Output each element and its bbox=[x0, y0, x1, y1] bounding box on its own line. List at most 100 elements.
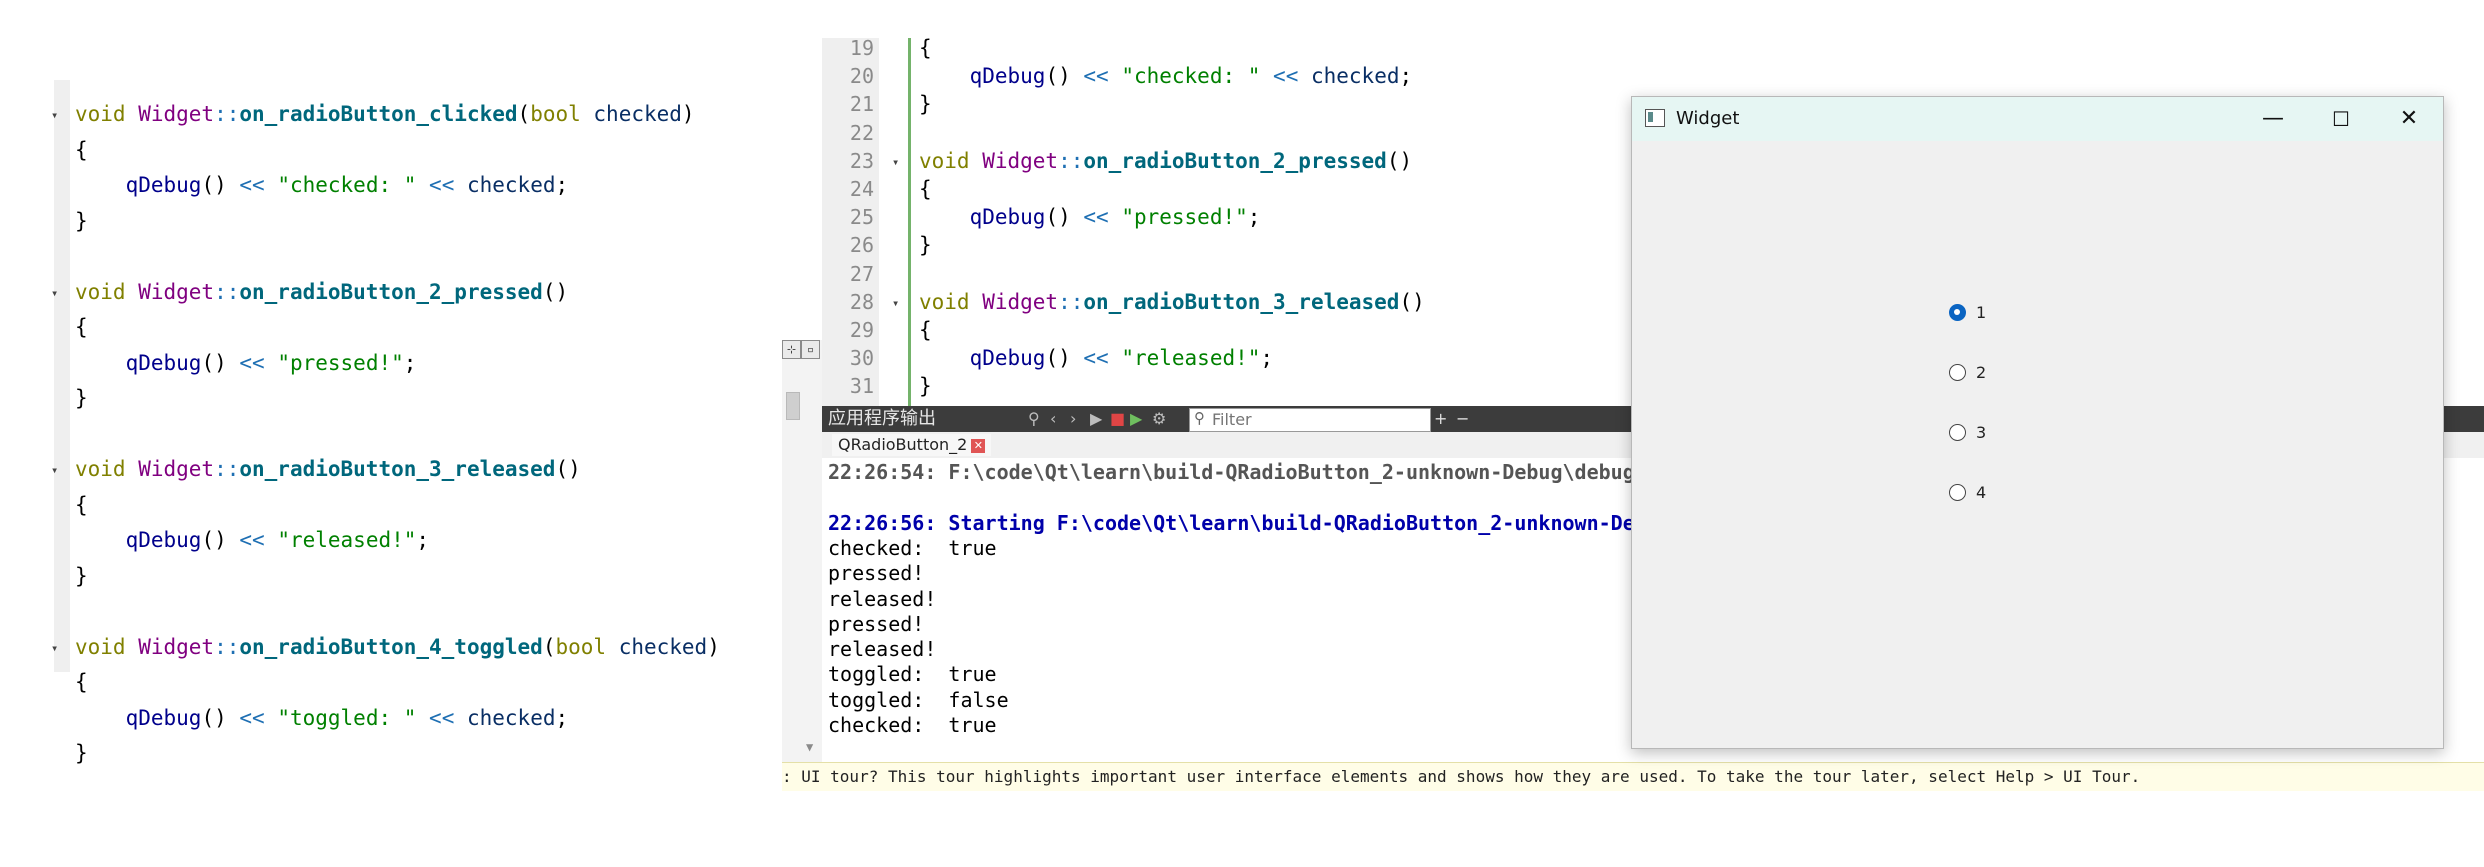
code-token: "pressed!" bbox=[1108, 205, 1248, 230]
code-token: << bbox=[1273, 64, 1299, 89]
code-line: qDebug() << "checked: " << checked; bbox=[75, 171, 569, 199]
radio-indicator[interactable] bbox=[1949, 364, 1966, 381]
radio-label[interactable]: 2 bbox=[1976, 362, 1986, 384]
code-token: () bbox=[1386, 148, 1413, 173]
code-token: { bbox=[75, 670, 88, 694]
code-token: bool bbox=[555, 634, 619, 659]
code-token: void bbox=[75, 102, 139, 126]
split-icon[interactable]: ⊹ bbox=[782, 340, 801, 359]
fold-arrow-icon[interactable]: ▾ bbox=[51, 641, 58, 655]
code-token: "released!" bbox=[264, 528, 417, 552]
line-number: 27 bbox=[849, 261, 874, 286]
code-token: void bbox=[919, 289, 983, 314]
ui-tour-tip-text: : UI tour? This tour highlights importan… bbox=[782, 767, 2141, 786]
window-titlebar[interactable]: Widget — ☐ ✕ bbox=[1632, 97, 2443, 141]
code-token: qDebug bbox=[969, 205, 1046, 230]
code-line: qDebug() << "released!"; bbox=[919, 344, 1273, 372]
code-token: ( bbox=[542, 634, 556, 659]
next-icon[interactable]: › bbox=[1070, 409, 1076, 429]
fold-arrow-icon[interactable]: ▾ bbox=[892, 155, 899, 169]
code-token: ; bbox=[416, 528, 430, 552]
code-line: { bbox=[75, 668, 88, 696]
close-button[interactable]: ✕ bbox=[2375, 97, 2443, 141]
radio-label[interactable]: 3 bbox=[1976, 422, 1986, 444]
code-token: { bbox=[919, 318, 932, 342]
debug-icon[interactable]: ▶ bbox=[1130, 409, 1142, 429]
output-line: toggled: true bbox=[828, 662, 997, 687]
stop-icon[interactable]: ■ bbox=[1110, 409, 1125, 429]
code-token: << bbox=[1083, 64, 1109, 89]
code-token: ) bbox=[707, 634, 720, 659]
maximize-button[interactable]: ☐ bbox=[2307, 97, 2375, 141]
output-line: checked: true bbox=[828, 535, 997, 560]
code-token: qDebug bbox=[125, 173, 202, 197]
fold-arrow-icon[interactable]: ▾ bbox=[51, 463, 58, 477]
line-number: 22 bbox=[849, 120, 874, 145]
code-token: () bbox=[542, 279, 569, 304]
zoom-in-icon[interactable]: + bbox=[1434, 409, 1447, 429]
left-code-gutter bbox=[54, 80, 70, 672]
code-line: void Widget::on_radioButton_3_released() bbox=[75, 455, 581, 483]
code-line: void Widget::on_radioButton_3_released() bbox=[919, 288, 1425, 316]
code-token: "pressed!" bbox=[264, 350, 404, 375]
fold-arrow-icon[interactable]: ▾ bbox=[51, 286, 58, 300]
code-token: ; bbox=[555, 173, 569, 197]
code-line: { bbox=[919, 38, 932, 62]
code-token: << bbox=[429, 173, 455, 197]
code-token: } bbox=[75, 208, 88, 233]
radio-indicator[interactable] bbox=[1949, 484, 1966, 501]
code-line: { bbox=[75, 136, 88, 164]
code-token: on_radioButton_2_pressed bbox=[239, 279, 543, 304]
code-token: Widget bbox=[138, 457, 215, 481]
output-tab-label: QRadioButton_2 bbox=[838, 435, 968, 454]
radio-indicator[interactable] bbox=[1949, 424, 1966, 441]
code-line: } bbox=[75, 207, 88, 235]
attach-icon[interactable]: ⚲ bbox=[1028, 409, 1040, 429]
output-tab[interactable]: QRadioButton_2 ✕ bbox=[832, 434, 992, 456]
code-token: on_radioButton_2_pressed bbox=[1083, 148, 1387, 173]
line-number: 21 bbox=[849, 92, 874, 117]
prev-icon[interactable]: ‹ bbox=[1050, 409, 1056, 429]
radio-indicator[interactable] bbox=[1949, 304, 1966, 321]
float-icon[interactable]: ▫ bbox=[801, 340, 820, 359]
code-line: } bbox=[919, 372, 932, 400]
code-token: void bbox=[919, 148, 983, 173]
code-line: { bbox=[75, 313, 88, 341]
line-number: 26 bbox=[849, 233, 874, 258]
run-icon[interactable]: ▶ bbox=[1090, 409, 1102, 429]
filter-box[interactable]: ⚲ bbox=[1189, 408, 1431, 432]
code-token: Widget bbox=[982, 289, 1059, 314]
code-token: qDebug bbox=[125, 528, 202, 552]
code-token: () bbox=[1399, 289, 1425, 314]
fold-margin[interactable] bbox=[879, 38, 909, 406]
scroll-down-arrow-icon[interactable]: ▼ bbox=[806, 740, 813, 754]
code-token: checked bbox=[618, 634, 708, 659]
filter-input[interactable] bbox=[1212, 409, 1422, 429]
zoom-out-icon[interactable]: − bbox=[1456, 409, 1469, 429]
output-line: released! bbox=[828, 586, 937, 611]
radio-label[interactable]: 4 bbox=[1976, 482, 1986, 504]
line-number: 24 bbox=[849, 177, 874, 201]
widget-window[interactable]: Widget — ☐ ✕ 1 2 3 4 bbox=[1631, 96, 2444, 749]
code-line: } bbox=[919, 231, 932, 259]
fold-arrow-icon[interactable]: ▾ bbox=[51, 108, 58, 122]
code-token: on_radioButton_clicked bbox=[239, 102, 518, 126]
minimize-button[interactable]: — bbox=[2239, 97, 2307, 141]
code-line: void Widget::on_radioButton_2_pressed() bbox=[75, 278, 568, 306]
code-token: { bbox=[75, 492, 88, 517]
code-line: } bbox=[75, 384, 88, 412]
left-code-snippet: void Widget::on_radioButton_clicked(bool… bbox=[51, 80, 770, 765]
settings-icon[interactable]: ⚙ bbox=[1152, 409, 1166, 429]
change-marker bbox=[908, 38, 911, 406]
line-number: 29 bbox=[849, 318, 874, 342]
output-line: pressed! bbox=[828, 561, 925, 586]
radio-label[interactable]: 1 bbox=[1976, 302, 1986, 324]
code-token: :: bbox=[214, 634, 240, 659]
code-line: void Widget::on_radioButton_2_pressed() bbox=[919, 147, 1412, 175]
close-icon[interactable]: ✕ bbox=[971, 438, 986, 453]
scrollbar-handle[interactable] bbox=[786, 392, 800, 420]
fold-arrow-icon[interactable]: ▾ bbox=[892, 296, 899, 310]
